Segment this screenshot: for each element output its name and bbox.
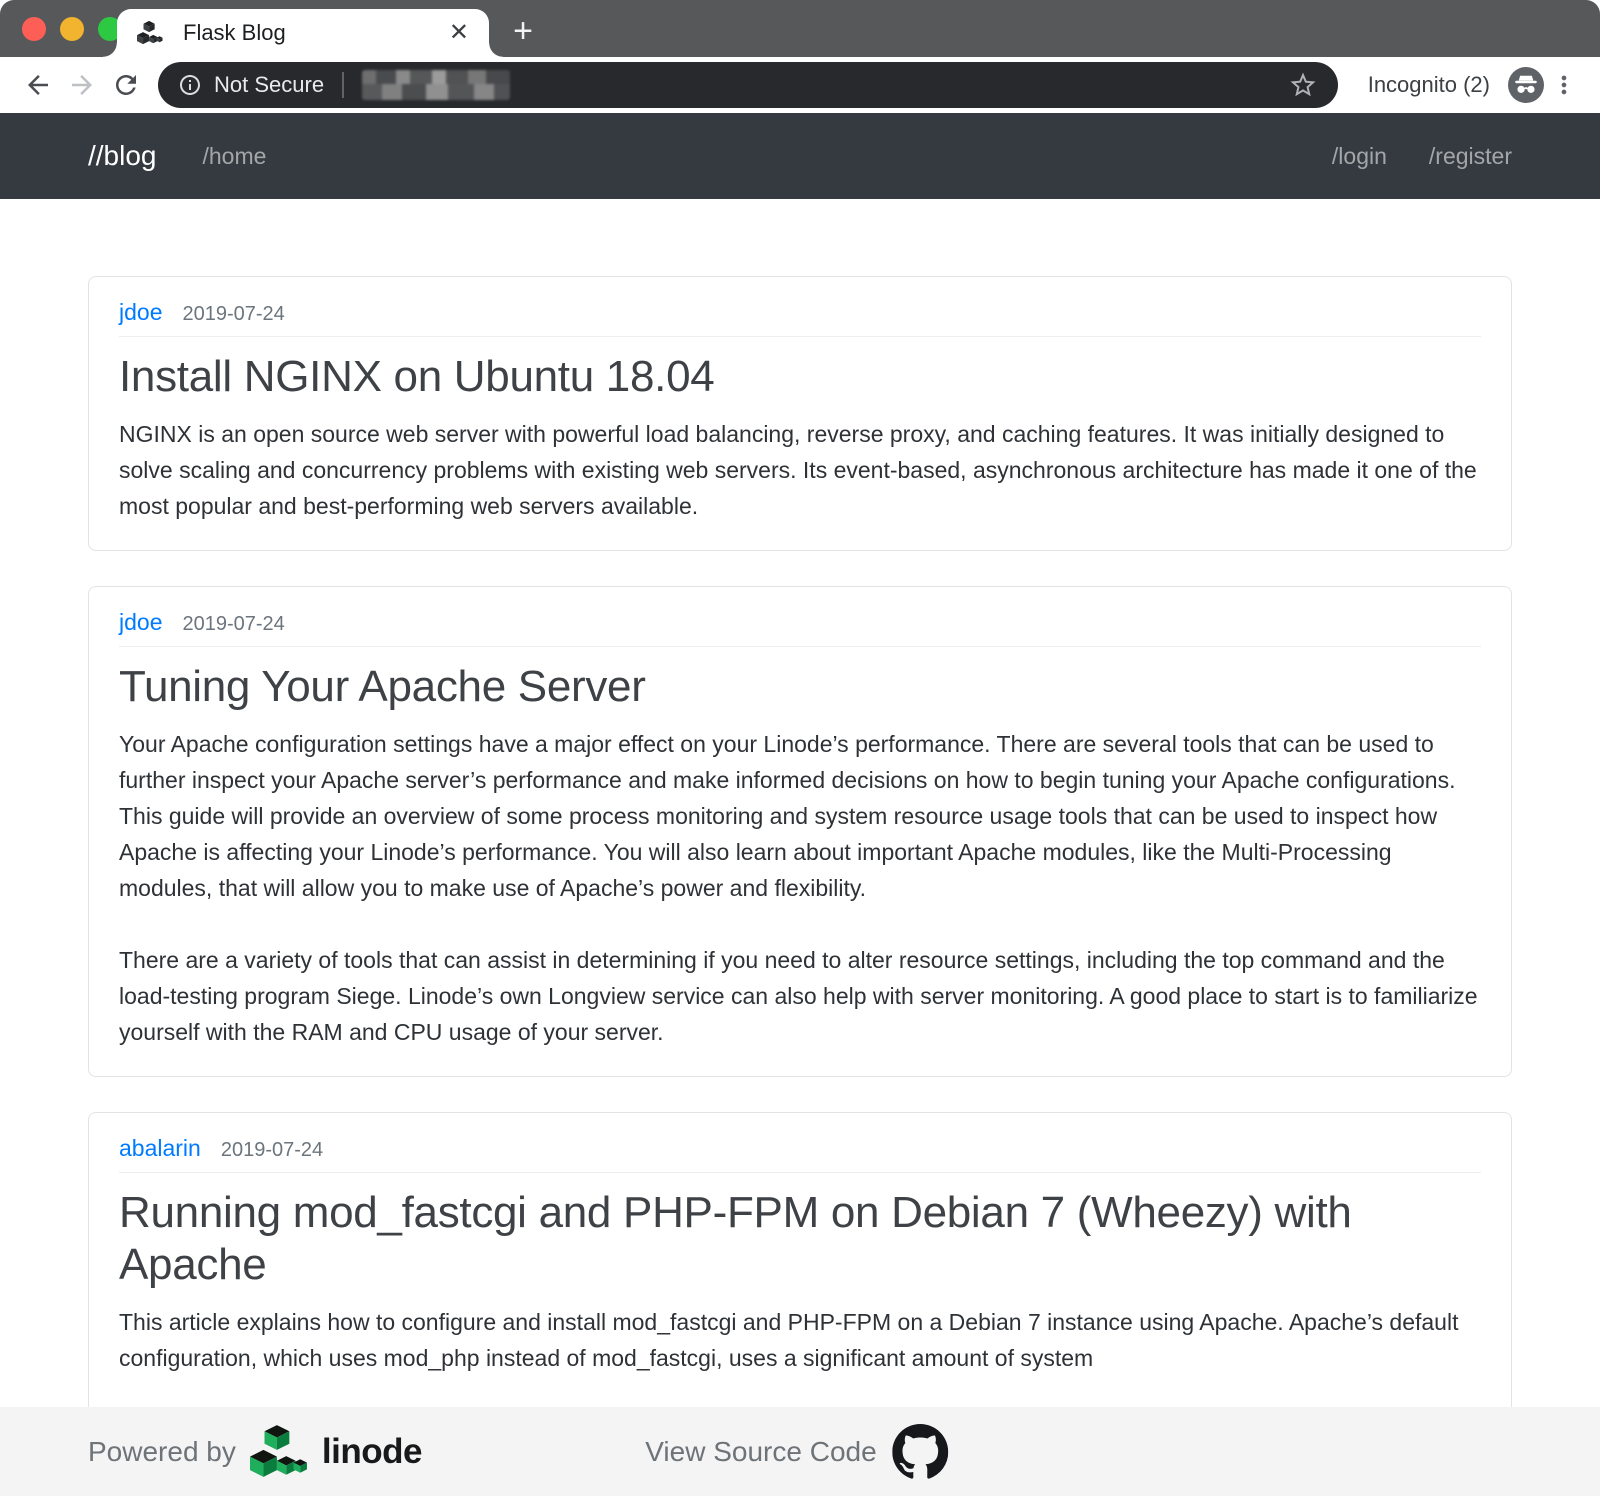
incognito-count-label: Incognito (2): [1368, 72, 1490, 98]
linode-wordmark: linode: [322, 1432, 422, 1472]
view-source-link[interactable]: View Source Code: [645, 1424, 948, 1480]
nav-register-link[interactable]: /register: [1429, 143, 1512, 170]
site-navbar: //blog /home /login /register: [0, 113, 1600, 199]
post-body: NGINX is an open source web server with …: [119, 416, 1481, 524]
omnibox-divider: [342, 72, 344, 98]
post-body: This article explains how to configure a…: [119, 1304, 1481, 1376]
post-paragraph: NGINX is an open source web server with …: [119, 416, 1481, 524]
browser-tab[interactable]: Flask Blog ✕: [117, 9, 489, 57]
tab-strip: Flask Blog ✕ +: [0, 0, 1600, 57]
reload-icon[interactable]: [104, 63, 148, 107]
meta-divider: [119, 646, 1481, 647]
post-meta: jdoe 2019-07-24: [119, 299, 1481, 326]
post-author-link[interactable]: jdoe: [119, 609, 162, 636]
window-controls: [22, 17, 122, 41]
minimize-window-button[interactable]: [60, 17, 84, 41]
meta-divider: [119, 336, 1481, 337]
browser-toolbar: Not Secure Incognito (2): [0, 57, 1600, 113]
new-tab-button[interactable]: +: [500, 10, 546, 52]
post-title: Running mod_fastcgi and PHP-FPM on Debia…: [119, 1187, 1481, 1293]
browser-menu-icon[interactable]: [1544, 65, 1584, 105]
github-icon: [893, 1424, 949, 1480]
post-paragraph: Your Apache configuration settings have …: [119, 726, 1481, 906]
post-title: Install NGINX on Ubuntu 18.04: [119, 351, 1481, 404]
favicon-cube-icon: [137, 20, 163, 46]
post-date: 2019-07-24: [221, 1139, 323, 1162]
post-card: jdoe 2019-07-24 Install NGINX on Ubuntu …: [88, 276, 1512, 551]
info-icon[interactable]: [178, 73, 202, 97]
post-meta: jdoe 2019-07-24: [119, 609, 1481, 636]
tab-title: Flask Blog: [183, 20, 449, 46]
browser-window: Flask Blog ✕ + Not Secure Incognito: [0, 0, 1600, 1496]
view-source-label: View Source Code: [645, 1436, 876, 1468]
post-date: 2019-07-24: [182, 303, 284, 326]
post-author-link[interactable]: abalarin: [119, 1135, 201, 1162]
powered-by-label: Powered by: [88, 1436, 236, 1468]
close-window-button[interactable]: [22, 17, 46, 41]
powered-by-linode-link[interactable]: Powered by: [88, 1425, 422, 1479]
post-date: 2019-07-24: [182, 613, 284, 636]
post-body: Your Apache configuration settings have …: [119, 726, 1481, 1050]
post-list: jdoe 2019-07-24 Install NGINX on Ubuntu …: [0, 199, 1600, 1496]
bookmark-star-icon[interactable]: [1288, 70, 1318, 100]
linode-logo-icon: [250, 1425, 308, 1479]
address-bar[interactable]: Not Secure: [158, 62, 1338, 108]
incognito-avatar-icon[interactable]: [1508, 67, 1544, 103]
forward-icon[interactable]: [60, 63, 104, 107]
blurred-url: [362, 70, 510, 100]
post-paragraph: There are a variety of tools that can as…: [119, 942, 1481, 1050]
nav-home-link[interactable]: /home: [203, 143, 267, 170]
post-author-link[interactable]: jdoe: [119, 299, 162, 326]
nav-login-link[interactable]: /login: [1332, 143, 1387, 170]
post-card: jdoe 2019-07-24 Tuning Your Apache Serve…: [88, 586, 1512, 1077]
meta-divider: [119, 1172, 1481, 1173]
brand-link[interactable]: //blog: [88, 140, 157, 172]
nav-right-group: /login /register: [1332, 143, 1512, 170]
post-meta: abalarin 2019-07-24: [119, 1135, 1481, 1162]
post-title: Tuning Your Apache Server: [119, 661, 1481, 714]
page-footer: Powered by: [0, 1407, 1600, 1496]
not-secure-label: Not Secure: [214, 72, 324, 98]
back-icon[interactable]: [16, 63, 60, 107]
tab-close-icon[interactable]: ✕: [449, 21, 469, 45]
post-paragraph: This article explains how to configure a…: [119, 1304, 1481, 1376]
